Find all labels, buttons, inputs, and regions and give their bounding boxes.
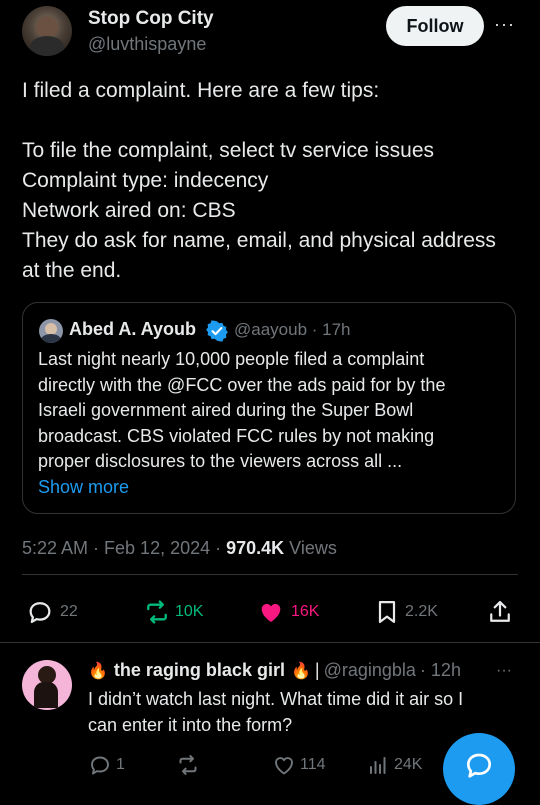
quote-line: broadcast. CBS violated FCC rules by not… bbox=[38, 425, 435, 446]
reply-reply-count: 1 bbox=[116, 756, 125, 773]
tweet-line: To file the complaint, select tv service… bbox=[22, 139, 435, 162]
reply-reply-button[interactable]: 1 bbox=[88, 753, 125, 777]
tweet-line: They do ask for name, email, and physica… bbox=[22, 229, 496, 252]
tweet-line: at the end. bbox=[22, 259, 122, 282]
quote-line: Last night nearly 10,000 people filed a … bbox=[38, 349, 425, 369]
reply-author-avatar[interactable] bbox=[22, 660, 72, 710]
reply-button[interactable]: 22 bbox=[26, 598, 78, 626]
quote-line: directly with the @FCC over the ads paid… bbox=[38, 374, 446, 395]
fire-emoji-icon: 🔥 bbox=[290, 662, 311, 680]
quote-tweet-card[interactable]: Abed A. Ayoub @aayoub · 17h Last night n… bbox=[22, 302, 516, 514]
bookmark-count: 2.2K bbox=[405, 603, 438, 620]
timestamp[interactable]: 5:22 AM · Feb 12, 2024 · bbox=[22, 538, 226, 558]
quote-line: proper disclosures to the viewers across… bbox=[38, 451, 403, 471]
repost-button[interactable]: 10K bbox=[143, 598, 203, 626]
author-name[interactable]: Stop Cop City bbox=[88, 8, 214, 30]
repost-icon bbox=[147, 600, 167, 624]
bookmark-button[interactable]: 2.2K bbox=[373, 598, 438, 626]
like-count: 16K bbox=[291, 603, 320, 620]
reply-like-count: 114 bbox=[300, 756, 326, 773]
reply-time: · 12h bbox=[419, 660, 461, 680]
verified-badge-icon bbox=[206, 320, 228, 342]
reply-count: 22 bbox=[60, 603, 78, 620]
quote-author-name: Abed A. Ayoub bbox=[69, 319, 196, 339]
reply-like-button[interactable]: 114 bbox=[272, 753, 326, 777]
views-count: 970.4K bbox=[226, 538, 285, 558]
bookmark-icon bbox=[378, 600, 396, 624]
author-avatar[interactable] bbox=[22, 6, 72, 56]
share-icon bbox=[490, 600, 510, 622]
divider bbox=[22, 574, 518, 575]
reply-views-count: 24K bbox=[394, 756, 423, 773]
compose-fab[interactable] bbox=[443, 733, 515, 805]
views-chart-icon bbox=[370, 757, 386, 774]
author-handle[interactable]: @luvthispayne bbox=[88, 34, 206, 55]
quote-author-avatar bbox=[39, 319, 63, 343]
reply-more-options-icon[interactable]: ··· bbox=[496, 662, 512, 680]
quote-author-handle: @aayoub · 17h bbox=[234, 320, 351, 339]
tweet-line: Complaint type: indecency bbox=[22, 169, 269, 192]
quote-text: Last night nearly 10,000 people filed a … bbox=[38, 347, 508, 500]
compose-reply-icon bbox=[467, 753, 491, 778]
reply-header: 🔥 the raging black girl 🔥 | @ragingbla ·… bbox=[88, 660, 461, 681]
quote-line: Israeli government aired during the Supe… bbox=[38, 400, 414, 420]
more-options-icon[interactable]: ··· bbox=[494, 14, 515, 35]
fire-emoji-icon: 🔥 bbox=[88, 662, 108, 680]
reply-author-name[interactable]: the raging black girl bbox=[114, 660, 285, 681]
show-more-link[interactable]: Show more bbox=[38, 475, 508, 501]
reply-line: I didn’t watch last night. What time did… bbox=[88, 689, 464, 709]
reply-separator: | bbox=[314, 660, 320, 680]
reply-repost-button[interactable] bbox=[176, 753, 200, 777]
heart-icon bbox=[261, 603, 281, 622]
reply-icon bbox=[29, 602, 51, 624]
tweet-line: Network aired on: CBS bbox=[22, 199, 236, 222]
follow-button[interactable]: Follow bbox=[386, 6, 484, 46]
reply-line: can enter it into the form? bbox=[88, 715, 293, 735]
tweet-line: I filed a complaint. Here are a few tips… bbox=[22, 79, 380, 102]
views-label: Views bbox=[284, 538, 337, 558]
tweet-text: I filed a complaint. Here are a few tips… bbox=[22, 76, 532, 286]
share-button[interactable] bbox=[486, 598, 514, 631]
heart-outline-icon bbox=[275, 757, 293, 775]
tweet-meta: 5:22 AM · Feb 12, 2024 · 970.4K Views bbox=[22, 538, 337, 559]
reply-icon bbox=[91, 756, 109, 775]
repost-count: 10K bbox=[175, 603, 204, 620]
repost-icon bbox=[179, 755, 197, 775]
like-button[interactable]: 16K bbox=[257, 598, 319, 626]
reply-views-button[interactable]: 24K bbox=[366, 753, 422, 777]
reply-author-handle[interactable]: @ragingbla bbox=[324, 660, 416, 681]
reply-text: I didn’t watch last night. What time did… bbox=[88, 686, 528, 738]
divider bbox=[0, 642, 540, 643]
